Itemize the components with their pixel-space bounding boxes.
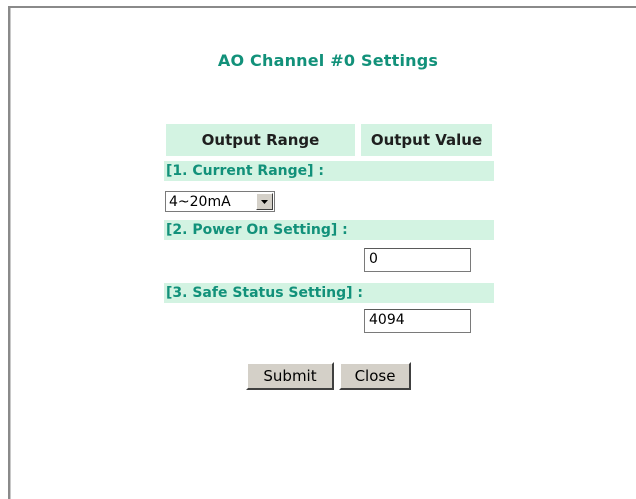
column-header-output-value: Output Value [361, 124, 492, 156]
page-title: AO Channel #0 Settings [217, 51, 439, 70]
window-top-border [8, 6, 636, 8]
close-button[interactable]: Close [339, 362, 411, 390]
chevron-down-icon [261, 199, 268, 204]
settings-window: AO Channel #0 Settings Output Range Outp… [0, 0, 636, 499]
power-on-value-input[interactable]: 0 [364, 248, 471, 272]
dropdown-arrow-button[interactable] [256, 193, 273, 210]
section-safe-status-setting: [3. Safe Status Setting] : [164, 283, 494, 303]
column-header-output-range: Output Range [166, 124, 355, 156]
current-range-select[interactable]: 4~20mA [165, 191, 275, 212]
section-power-on-setting: [2. Power On Setting] : [164, 220, 494, 240]
current-range-selected-value: 4~20mA [169, 193, 231, 210]
safe-status-value-input[interactable]: 4094 [364, 309, 471, 333]
submit-button[interactable]: Submit [246, 362, 334, 390]
window-left-border-inner [10, 8, 11, 499]
section-current-range: [1. Current Range] : [164, 161, 494, 181]
